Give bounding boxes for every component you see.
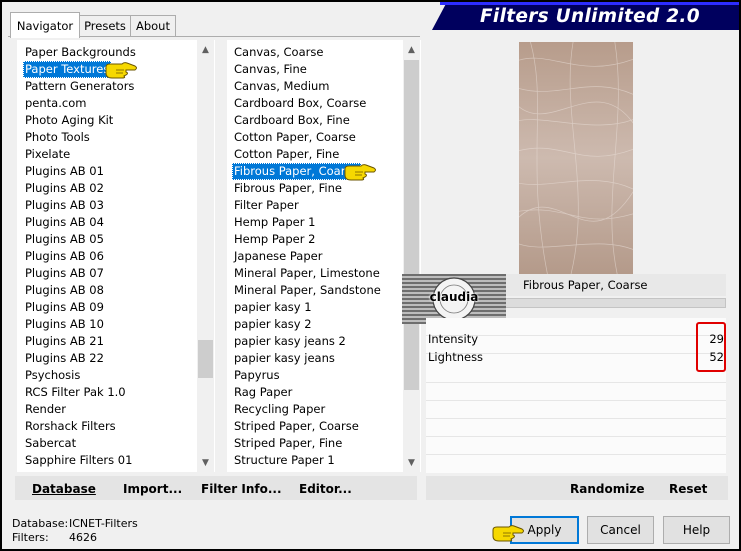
status-filters-label: Filters: <box>12 531 49 544</box>
param-lightness[interactable]: Lightness 52 <box>426 349 728 366</box>
category-scroll-thumb[interactable] <box>198 340 213 378</box>
import-button-label: Import... <box>123 482 183 496</box>
status-database-value: ICNET-Filters <box>69 517 138 530</box>
filter-item[interactable]: Hemp Paper 1 <box>232 214 317 231</box>
category-item[interactable]: Plugins AB 03 <box>23 197 106 214</box>
category-item[interactable]: Plugins AB 01 <box>23 163 106 180</box>
reset-button[interactable]: Reset <box>669 479 707 499</box>
category-item[interactable]: Plugins AB 08 <box>23 282 106 299</box>
category-item[interactable]: Plugins AB 10 <box>23 316 106 333</box>
filter-preview-image <box>519 42 633 274</box>
filter-item[interactable]: Canvas, Fine <box>232 61 309 78</box>
category-item[interactable]: Plugins AB 21 <box>23 333 106 350</box>
category-item[interactable]: Plugins AB 02 <box>23 180 106 197</box>
category-item[interactable]: Pattern Generators <box>23 78 136 95</box>
filter-item[interactable]: Hemp Paper 2 <box>232 231 317 248</box>
filter-item[interactable]: Fibrous Paper, Fine <box>232 180 344 197</box>
category-item[interactable]: Plugins AB 05 <box>23 231 106 248</box>
filter-item[interactable]: Cardboard Box, Coarse <box>232 95 368 112</box>
paper-texture-preview <box>519 42 633 274</box>
category-item[interactable]: Photo Aging Kit <box>23 112 115 129</box>
filter-list[interactable]: Canvas, Coarse Canvas, Fine Canvas, Medium… <box>227 40 421 472</box>
category-item[interactable]: Plugins AB 22 <box>23 350 106 367</box>
filter-item[interactable]: Canvas, Coarse <box>232 44 325 61</box>
status-database-label: Database: <box>12 517 69 530</box>
category-item[interactable]: Plugins AB 06 <box>23 248 106 265</box>
filter-scrollbar[interactable]: ▲ ▼ <box>403 40 420 472</box>
category-item[interactable]: Plugins AB 09 <box>23 299 106 316</box>
param-intensity[interactable]: Intensity 29 <box>426 331 728 348</box>
import-button[interactable]: Import... <box>123 479 182 499</box>
window-title: Filters Unlimited 2.0 <box>480 6 700 27</box>
filter-item[interactable]: papier kasy 1 <box>232 299 314 316</box>
status-filters-value: 4626 <box>69 531 97 544</box>
filter-item[interactable]: Cardboard Box, Fine <box>232 112 352 129</box>
category-item[interactable]: Sapphire Filters 01 <box>23 452 134 469</box>
category-item[interactable]: Psychosis <box>23 367 82 384</box>
title-banner-accent <box>440 2 739 5</box>
category-item[interactable]: Pixelate <box>23 146 72 163</box>
scroll-up-arrow-icon[interactable]: ▲ <box>197 42 214 59</box>
param-label: Intensity <box>428 332 479 346</box>
cancel-button[interactable]: Cancel <box>587 516 654 544</box>
filter-item[interactable]: papier kasy 2 <box>232 316 314 333</box>
filter-item[interactable]: Japanese Paper <box>232 248 324 265</box>
param-label: Lightness <box>428 350 484 364</box>
highlight-box <box>696 322 726 372</box>
database-button-label: Database <box>32 482 96 496</box>
help-button[interactable]: Help <box>663 516 730 544</box>
filter-item[interactable]: papier kasy jeans <box>232 350 337 367</box>
randomize-button[interactable]: Randomize <box>570 479 644 499</box>
filters-unlimited-dialog: Filters Unlimited 2.0 Navigator Presets … <box>2 2 739 549</box>
filter-scroll-thumb[interactable] <box>404 60 419 390</box>
pointing-hand-icon <box>344 164 376 181</box>
tab-navigator[interactable]: Navigator <box>10 12 80 38</box>
filter-item[interactable]: Rag Paper <box>232 384 294 401</box>
category-item[interactable]: Sabercat <box>23 435 78 452</box>
filter-item[interactable]: Mineral Paper, Limestone <box>232 265 382 282</box>
category-list[interactable]: Paper Backgrounds Paper Textures Pattern G… <box>17 40 215 472</box>
category-item[interactable]: Paper Backgrounds <box>23 44 138 61</box>
database-button[interactable]: Database <box>32 479 96 499</box>
filter-item[interactable]: Structure Paper 1 <box>232 452 337 469</box>
filter-item[interactable]: Papyrus <box>232 367 282 384</box>
editor-button[interactable]: Editor... <box>299 479 352 499</box>
category-item[interactable]: Render <box>23 401 68 418</box>
category-item[interactable]: Plugins AB 07 <box>23 265 106 282</box>
category-item[interactable]: Rorshack Filters <box>23 418 118 435</box>
filter-item[interactable]: Fibrous Paper, Coarse <box>232 163 361 180</box>
preview-filter-name: Fibrous Paper, Coarse <box>523 278 648 292</box>
filter-item[interactable]: Cotton Paper, Fine <box>232 146 341 163</box>
watermark-text: claudia <box>429 290 479 304</box>
filter-item[interactable]: Striped Paper, Fine <box>232 435 344 452</box>
category-item[interactable]: RCS Filter Pak 1.0 <box>23 384 128 401</box>
tab-presets[interactable]: Presets <box>78 15 132 37</box>
filter-item[interactable]: Filter Paper <box>232 197 301 214</box>
tab-about[interactable]: About <box>130 15 176 37</box>
scroll-down-arrow-icon[interactable]: ▼ <box>197 455 214 472</box>
claudia-watermark: claudia <box>402 274 506 324</box>
filter-info-button-label: Filter Info... <box>201 482 282 496</box>
category-scrollbar[interactable]: ▲ ▼ <box>197 40 214 472</box>
category-item[interactable]: penta.com <box>23 95 88 112</box>
filter-item[interactable]: Mineral Paper, Sandstone <box>232 282 383 299</box>
category-item[interactable]: Paper Textures <box>23 61 112 78</box>
filter-item[interactable]: Canvas, Medium <box>232 78 332 95</box>
filter-item[interactable]: Cotton Paper, Coarse <box>232 129 358 146</box>
filter-item[interactable]: Striped Paper, Coarse <box>232 418 361 435</box>
scroll-up-arrow-icon[interactable]: ▲ <box>403 42 420 59</box>
filter-item[interactable]: papier kasy jeans 2 <box>232 333 348 350</box>
pointing-hand-icon <box>492 525 524 542</box>
scroll-down-arrow-icon[interactable]: ▼ <box>403 455 420 472</box>
category-item[interactable]: Plugins AB 04 <box>23 214 106 231</box>
filter-item[interactable]: Recycling Paper <box>232 401 327 418</box>
filter-info-button[interactable]: Filter Info... <box>201 479 282 499</box>
category-item[interactable]: Photo Tools <box>23 129 92 146</box>
editor-button-label: Editor... <box>299 482 352 496</box>
pointing-hand-icon <box>105 62 137 79</box>
